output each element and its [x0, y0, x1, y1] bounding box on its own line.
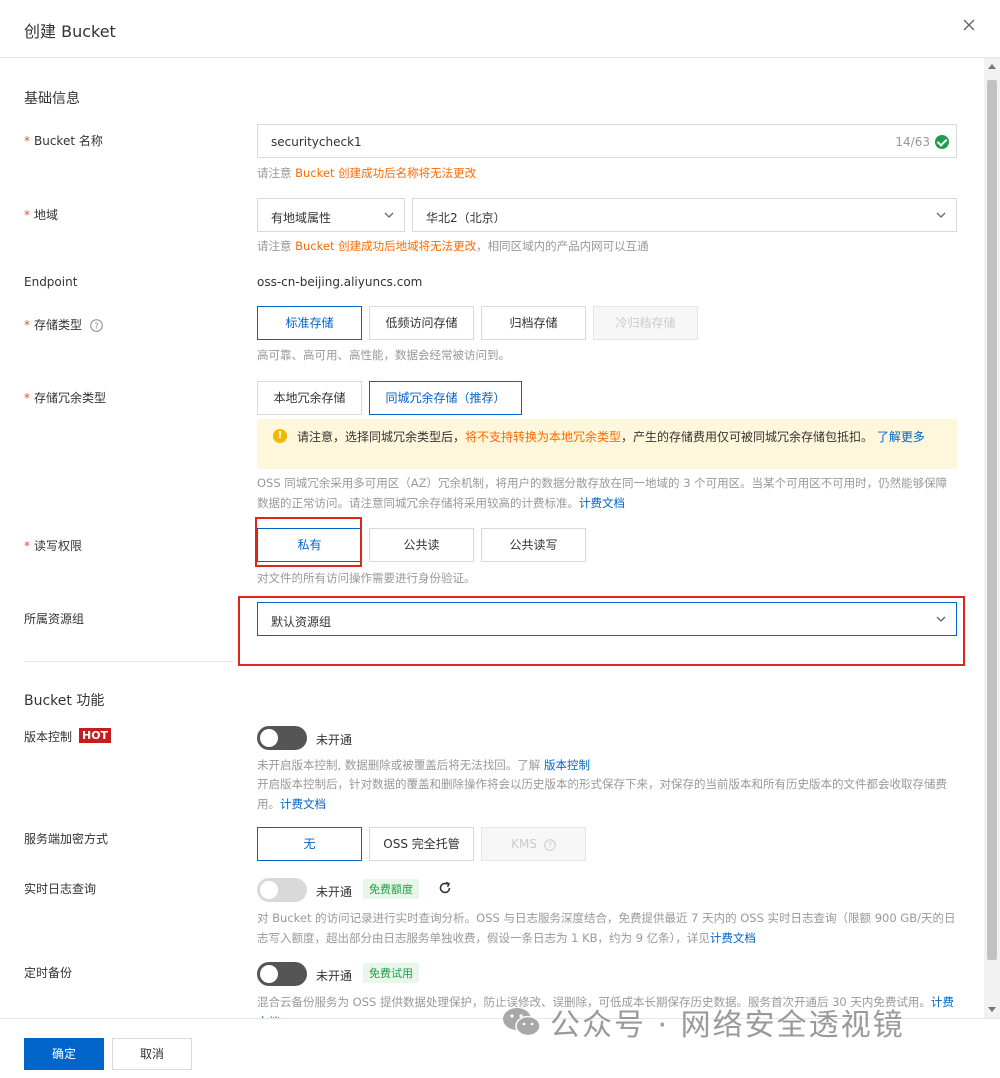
versioning-billing-link[interactable]: 计费文档 — [280, 797, 326, 811]
encryption-label: 服务端加密方式 — [24, 832, 109, 846]
scroll-up-arrow-icon[interactable] — [988, 64, 996, 69]
encryption-none-button[interactable]: 无 — [257, 827, 362, 861]
svg-text:?: ? — [548, 841, 552, 850]
acl-label: * 读写权限 — [24, 539, 83, 553]
realtime-log-state: 未开通 — [316, 885, 353, 899]
encryption-kms-button[interactable]: KMS ? — [481, 827, 586, 861]
refresh-icon[interactable] — [438, 881, 452, 895]
bucket-name-value: securitycheck1 — [271, 135, 362, 149]
scroll-down-arrow-icon[interactable] — [988, 1007, 996, 1012]
encryption-oss-button[interactable]: OSS 完全托管 — [369, 827, 474, 861]
realtime-log-billing-link[interactable]: 计费文档 — [710, 931, 756, 945]
check-circle-icon — [935, 135, 949, 149]
region-type-value: 有地域属性 — [271, 211, 332, 225]
scrollbar-thumb[interactable] — [987, 80, 997, 960]
free-trial-badge: 免费试用 — [363, 963, 419, 983]
storage-archive-button[interactable]: 归档存储 — [481, 306, 586, 340]
region-label: * 地域 — [24, 208, 59, 222]
close-icon[interactable] — [960, 16, 978, 34]
section-title-features: Bucket 功能 — [24, 693, 105, 709]
acl-hint: 对文件的所有访问操作需要进行身份验证。 — [257, 571, 476, 585]
redundancy-lrs-button[interactable]: 本地冗余存储 — [257, 381, 362, 415]
realtime-log-toggle[interactable] — [257, 878, 307, 902]
redundancy-desc: OSS 同城冗余采用多可用区（AZ）冗余机制，将用户的数据分散存放在同一地域的 … — [257, 476, 948, 510]
storage-standard-button[interactable]: 标准存储 — [257, 306, 362, 340]
realtime-log-desc: 对 Bucket 的访问记录进行实时查询分析。OSS 与日志服务深度结合，免费提… — [257, 911, 956, 945]
storage-class-label: * 存储类型 ? — [24, 316, 103, 333]
versioning-desc-2: 开启版本控制后，针对数据的覆盖和删除操作将会以历史版本的形式保存下来，对保存的当… — [257, 777, 947, 811]
endpoint-value: oss-cn-beijing.aliyuncs.com — [257, 275, 423, 289]
section-divider — [24, 661, 234, 662]
storage-coldarchive-button[interactable]: 冷归档存储 — [593, 306, 698, 340]
backup-toggle[interactable] — [257, 962, 307, 986]
endpoint-label: Endpoint — [24, 275, 78, 289]
help-icon[interactable]: ? — [90, 319, 103, 332]
free-quota-badge: 免费额度 — [363, 879, 419, 899]
resource-group-select[interactable]: 默认资源组 — [257, 602, 957, 636]
billing-doc-link[interactable]: 计费文档 — [579, 496, 625, 510]
chevron-down-icon — [936, 212, 946, 218]
learn-more-link[interactable]: 了解更多 — [877, 430, 925, 444]
versioning-state: 未开通 — [316, 733, 353, 747]
bucket-name-label: * Bucket 名称 — [24, 134, 103, 148]
redundancy-notice: ! 请注意，选择同城冗余类型后，将不支持转换为本地冗余类型，产生的存储费用仅可被… — [257, 419, 957, 469]
realtime-log-label: 实时日志查询 — [24, 882, 97, 896]
chevron-down-icon — [936, 616, 946, 622]
backup-state: 未开通 — [316, 969, 353, 983]
backup-label: 定时备份 — [24, 966, 73, 980]
help-icon: ? — [544, 838, 556, 851]
dialog-title: 创建 Bucket — [24, 22, 116, 41]
scrollbar[interactable] — [984, 58, 1000, 1018]
versioning-desc-1: 未开启版本控制, 数据删除或被覆盖后将无法找回。了解 版本控制 — [257, 758, 590, 772]
storage-class-hint: 高可靠、高可用、高性能，数据会经常被访问到。 — [257, 348, 510, 362]
bucket-name-hint: 请注意 Bucket 创建成功后名称将无法更改 — [257, 166, 477, 180]
cancel-button[interactable]: 取消 — [112, 1038, 192, 1070]
wechat-logo-icon — [503, 1008, 541, 1037]
bucket-name-input[interactable]: securitycheck1 14/63 — [257, 124, 957, 158]
watermark-text: 公众号 · 网络安全透视镜 — [550, 1008, 905, 1043]
bucket-name-count: 14/63 — [895, 135, 930, 149]
region-type-select[interactable]: 有地域属性 — [257, 198, 405, 232]
confirm-button[interactable]: 确定 — [24, 1038, 104, 1070]
svg-text:?: ? — [94, 322, 98, 331]
section-title-basic: 基础信息 — [24, 91, 80, 107]
dialog-header: 创建 Bucket — [0, 0, 1000, 58]
versioning-toggle[interactable] — [257, 726, 307, 750]
storage-ia-button[interactable]: 低频访问存储 — [369, 306, 474, 340]
resource-group-label: 所属资源组 — [24, 612, 85, 626]
watermark: 公众号 · 网络安全透视镜 — [500, 1000, 905, 1050]
region-hint: 请注意 Bucket 创建成功后地域将无法更改，相同区域内的产品内网可以互通 — [257, 239, 649, 253]
redundancy-notice-text: 请注意，选择同城冗余类型后，将不支持转换为本地冗余类型，产生的存储费用仅可被同城… — [297, 430, 925, 444]
versioning-label: 版本控制 — [24, 730, 73, 744]
redundancy-label: * 存储冗余类型 — [24, 391, 107, 405]
region-select[interactable]: 华北2（北京） — [412, 198, 957, 232]
resource-group-value: 默认资源组 — [271, 615, 332, 629]
redundancy-zrs-button[interactable]: 同城冗余存储（推荐） — [369, 381, 522, 415]
region-value: 华北2（北京） — [426, 211, 506, 225]
acl-public-read-button[interactable]: 公共读 — [369, 528, 474, 562]
hot-badge: HOT — [79, 728, 112, 743]
chevron-down-icon — [384, 212, 394, 218]
acl-private-button[interactable]: 私有 — [257, 528, 362, 562]
warning-icon: ! — [273, 429, 287, 443]
acl-public-read-write-button[interactable]: 公共读写 — [481, 528, 586, 562]
versioning-doc-link[interactable]: 版本控制 — [544, 758, 590, 772]
